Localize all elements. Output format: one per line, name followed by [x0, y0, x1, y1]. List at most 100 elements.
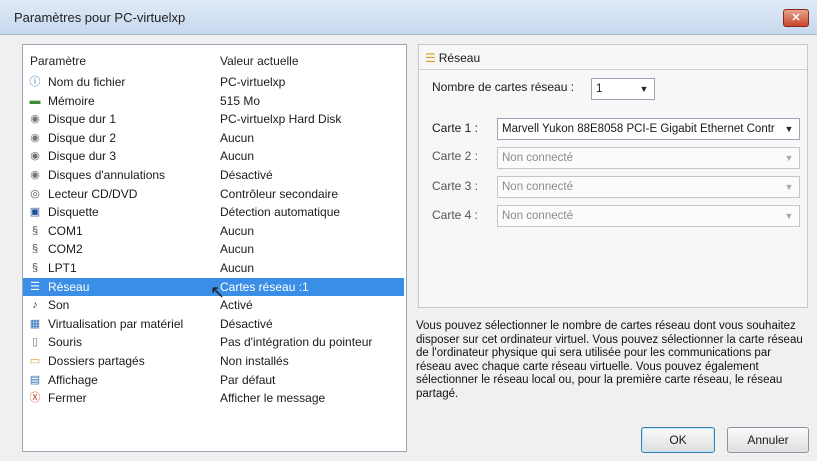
settings-row-name: Virtualisation par matériel: [48, 316, 184, 331]
folder-icon: ▭: [29, 355, 41, 367]
close-button[interactable]: ✕: [783, 9, 809, 27]
settings-row-value: Aucun: [220, 130, 255, 145]
settings-row-value: 515 Mo: [220, 93, 261, 108]
help-description: Vous pouvez sélectionner le nombre de ca…: [416, 320, 803, 400]
chevron-down-icon: ▼: [784, 211, 794, 221]
settings-row-value: Aucun: [220, 242, 255, 257]
network-section-heading: ☰ Réseau: [425, 51, 480, 65]
settings-row-value: Aucun: [220, 261, 255, 275]
settings-row[interactable]: ◉ Disque dur 1 PC-virtuelxp Hard Disk: [23, 110, 404, 129]
settings-row-name: Mémoire: [48, 93, 95, 108]
serial-port-icon: §: [31, 243, 39, 256]
title-bar[interactable]: Paramètres pour PC-virtuelxp ✕: [0, 0, 817, 35]
network-heading-label: Réseau: [438, 51, 481, 65]
settings-row[interactable]: ◉ Disques d'annulations Désactivé: [23, 166, 404, 185]
settings-row[interactable]: ⓘ Nom du fichier PC-virtuelxp: [23, 73, 404, 92]
hard-disk-icon: ◉: [30, 131, 40, 144]
card-2-value: Non connecté: [502, 152, 573, 164]
settings-row-value: Désactivé: [220, 316, 273, 331]
settings-row[interactable]: § LPT1 Aucun: [23, 259, 404, 278]
chevron-down-icon: ▼: [784, 153, 794, 163]
serial-port-icon: §: [31, 224, 39, 237]
settings-row-value: Contrôleur secondaire: [220, 186, 339, 201]
card-3-label: Carte 3 :: [432, 179, 479, 193]
settings-row[interactable]: Ⓧ Fermer Afficher le message: [23, 389, 404, 408]
settings-row-name: Souris: [48, 335, 83, 350]
ok-button[interactable]: OK: [641, 427, 715, 453]
chip-icon: ▦: [29, 317, 41, 330]
settings-row-value: Cartes réseau :1: [220, 279, 309, 294]
settings-row-name: COM1: [48, 223, 83, 238]
settings-row-name: Disquette: [48, 205, 99, 220]
chevron-down-icon: ▼: [639, 84, 649, 94]
card-count-select[interactable]: 1 ▼: [591, 78, 655, 100]
settings-row[interactable]: § COM2 Aucun: [23, 240, 404, 259]
card-1-select[interactable]: Marvell Yukon 88E8058 PCI-E Gigabit Ethe…: [497, 118, 800, 140]
settings-row-name: Affichage: [48, 372, 98, 387]
card-2-label: Carte 2 :: [432, 149, 479, 163]
settings-row-name: Lecteur CD/DVD: [48, 186, 138, 201]
settings-row[interactable]: ◎ Lecteur CD/DVD Contrôleur secondaire: [23, 185, 404, 204]
settings-row-value: Afficher le message: [220, 391, 326, 406]
display-icon: ▤: [29, 373, 41, 386]
settings-row-value: PC-virtuelxp: [220, 75, 286, 89]
file-icon: ⓘ: [29, 76, 41, 88]
settings-row-value: Pas d'intégration du pointeur: [220, 335, 373, 350]
card-1-value: Marvell Yukon 88E8058 PCI-E Gigabit Ethe…: [502, 123, 775, 135]
divider: [419, 69, 807, 70]
settings-list: Paramètre Valeur actuelle ⓘ Nom du fichie…: [22, 44, 407, 452]
card-2-select[interactable]: Non connecté ▼: [497, 147, 800, 169]
card-count-value: 1: [596, 83, 603, 95]
settings-row[interactable]: ▭ Dossiers partagés Non installés: [23, 352, 404, 371]
hard-disk-icon: ◉: [30, 113, 40, 126]
settings-row-name: COM2: [48, 242, 83, 257]
settings-row[interactable]: ▣ Disquette Détection automatique: [23, 203, 404, 222]
window-title: Paramètres pour PC-virtuelxp: [14, 10, 186, 25]
settings-row[interactable]: ▯ Souris Pas d'intégration du pointeur: [23, 333, 404, 352]
sound-icon: ♪: [32, 299, 38, 312]
settings-row-value: Désactivé: [220, 168, 273, 182]
memory-icon: ▬: [29, 94, 41, 107]
hard-disk-icon: ◉: [30, 169, 40, 181]
settings-row[interactable]: ▤ Affichage Par défaut: [23, 371, 404, 390]
card-count-label: Nombre de cartes réseau :: [432, 80, 575, 94]
card-3-select[interactable]: Non connecté ▼: [497, 176, 800, 198]
settings-row-value: Aucun: [220, 149, 255, 164]
settings-row-name: Dossiers partagés: [48, 354, 145, 368]
close-app-icon: Ⓧ: [29, 392, 41, 405]
card-1-label: Carte 1 :: [432, 121, 479, 135]
settings-row-name: Nom du fichier: [48, 75, 126, 89]
column-header-value[interactable]: Valeur actuelle: [220, 54, 299, 68]
settings-row-value: Non installés: [220, 354, 289, 368]
card-4-value: Non connecté: [502, 210, 573, 222]
parallel-port-icon: §: [31, 262, 39, 274]
settings-row[interactable]: ▬ Mémoire 515 Mo: [23, 92, 404, 111]
settings-row-name: Son: [48, 298, 70, 313]
hard-disk-icon: ◉: [30, 150, 40, 163]
settings-row[interactable]: ▦ Virtualisation par matériel Désactivé: [23, 315, 404, 334]
settings-row[interactable]: ◉ Disque dur 3 Aucun: [23, 147, 404, 166]
card-4-select[interactable]: Non connecté ▼: [497, 205, 800, 227]
card-4-label: Carte 4 :: [432, 208, 479, 222]
settings-row-value: Par défaut: [220, 372, 276, 387]
settings-row-value: Détection automatique: [220, 205, 341, 220]
settings-row-name: Disque dur 3: [48, 149, 117, 164]
cd-icon: ◎: [30, 187, 40, 200]
settings-row[interactable]: § COM1 Aucun: [23, 222, 404, 241]
settings-row[interactable]: ◉ Disque dur 2 Aucun: [23, 129, 404, 148]
settings-row[interactable]: ☰ Réseau Cartes réseau :1: [23, 277, 404, 297]
column-header-param[interactable]: Paramètre: [30, 54, 86, 68]
floppy-icon: ▣: [29, 206, 41, 219]
settings-row[interactable]: ♪ Son Activé: [23, 296, 404, 315]
chevron-down-icon: ▼: [784, 124, 794, 134]
settings-dialog: Paramètres pour PC-virtuelxp ✕ Paramètre…: [0, 0, 817, 461]
settings-row-value: PC-virtuelxp Hard Disk: [220, 112, 342, 127]
settings-row-value: Activé: [220, 298, 253, 313]
cancel-button[interactable]: Annuler: [727, 427, 809, 453]
network-panel: ☰ Réseau Nombre de cartes réseau : 1 ▼ Ca…: [418, 44, 808, 308]
card-3-value: Non connecté: [502, 181, 573, 193]
mouse-icon: ▯: [31, 336, 39, 349]
network-icon: ☰: [30, 280, 40, 293]
settings-row-name: Disque dur 2: [48, 130, 117, 145]
chevron-down-icon: ▼: [784, 182, 794, 192]
